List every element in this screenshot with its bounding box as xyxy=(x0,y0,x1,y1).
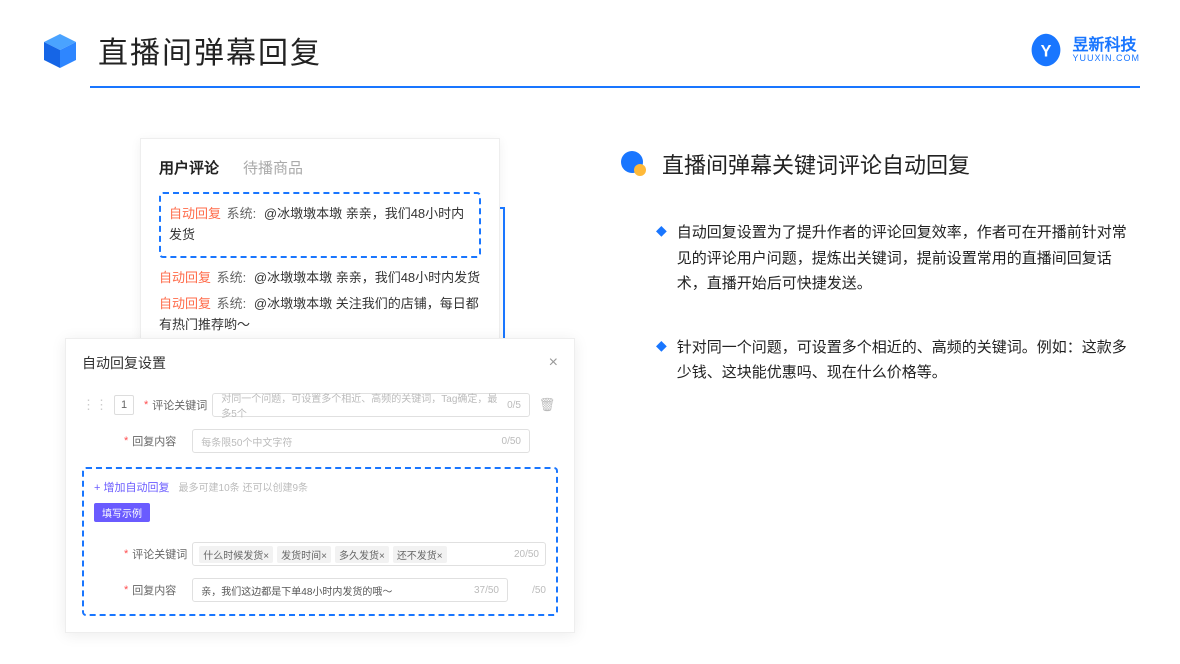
tag[interactable]: 还不发货× xyxy=(393,546,447,563)
content-label: 回复内容 xyxy=(132,433,192,449)
example-content-input[interactable]: 亲，我们这边都是下单48小时内发货的哦～ 37/50 xyxy=(192,578,508,602)
bullet-text: 针对同一个问题，可设置多个相近的、高频的关键词。例如：这款多少钱、这块能优惠吗、… xyxy=(677,335,1140,386)
auto-reply-settings-card: 自动回复设置 × ⋮⋮ 1 * 评论关键词 对同一个问题，可设置多个相近、高频的… xyxy=(65,338,575,633)
comments-card: 用户评论 待播商品 自动回复 系统: @冰墩墩本墩 亲亲，我们48小时内发货 自… xyxy=(140,138,500,357)
auto-reply-badge: 自动回复 xyxy=(159,296,211,311)
content-row: * 回复内容 每条限50个中文字符 0/50 xyxy=(82,429,558,453)
logo-text-main: 昱新科技 xyxy=(1072,38,1140,54)
auto-reply-badge: 自动回复 xyxy=(159,270,211,285)
example-highlight: + 增加自动回复 最多可建10条 还可以创建9条 填写示例 * 评论关键词 什么… xyxy=(82,467,558,616)
close-icon[interactable]: × xyxy=(549,354,558,372)
svg-text:Y: Y xyxy=(1041,42,1052,60)
comment-line: 自动回复 系统: @冰墩墩本墩 关注我们的店铺，每日都有热门推荐哟～ xyxy=(159,294,481,336)
comment-text: @冰墩墩本墩 亲亲，我们48小时内发货 xyxy=(254,270,480,285)
tag[interactable]: 什么时候发货× xyxy=(199,546,273,563)
tag[interactable]: 发货时间× xyxy=(277,546,331,563)
example-kw-counter: 20/50 xyxy=(514,549,539,560)
connector-line xyxy=(500,207,505,209)
bullet-marker-icon: ◆ xyxy=(656,337,667,386)
comment-line: 自动回复 系统: @冰墩墩本墩 亲亲，我们48小时内发货 xyxy=(159,268,481,289)
brand-logo: Y 昱新科技 YUUXIN.COM xyxy=(1028,32,1140,68)
logo-icon: Y xyxy=(1028,32,1064,68)
bubble-icon xyxy=(620,150,648,178)
content-counter: 0/50 xyxy=(502,436,521,447)
example-ct-counter: 37/50 xyxy=(474,585,499,596)
highlighted-comment: 自动回复 系统: @冰墩墩本墩 亲亲，我们48小时内发货 xyxy=(159,192,481,258)
outer-counter: /50 xyxy=(512,585,546,596)
example-tags[interactable]: 什么时候发货× 发货时间× 多久发货× 还不发货× 20/50 xyxy=(192,542,546,566)
required-star: * xyxy=(144,399,148,411)
bullet-item: ◆ 针对同一个问题，可设置多个相近的、高频的关键词。例如：这款多少钱、这块能优惠… xyxy=(620,335,1140,386)
example-content-text: 亲，我们这边都是下单48小时内发货的哦～ xyxy=(201,583,392,598)
logo-text-sub: YUUXIN.COM xyxy=(1072,54,1140,63)
example-keyword-row: * 评论关键词 什么时候发货× 发货时间× 多久发货× 还不发货× 20/50 xyxy=(94,542,546,566)
keyword-placeholder: 对同一个问题，可设置多个相近、高频的关键词，Tag确定，最多5个 xyxy=(221,390,507,420)
auto-reply-badge: 自动回复 xyxy=(169,206,221,221)
card-tabs: 用户评论 待播商品 xyxy=(159,157,481,178)
settings-title: 自动回复设置 xyxy=(82,353,166,373)
tab-user-comments[interactable]: 用户评论 xyxy=(159,157,219,178)
add-link-text: + 增加自动回复 xyxy=(94,482,169,494)
keyword-row: ⋮⋮ 1 * 评论关键词 对同一个问题，可设置多个相近、高频的关键词，Tag确定… xyxy=(82,393,558,417)
section-header: 直播间弹幕关键词评论自动回复 xyxy=(620,148,1140,180)
drag-handle-icon[interactable]: ⋮⋮ xyxy=(82,397,108,413)
page-title: 直播间弹幕回复 xyxy=(98,28,322,72)
tab-pending-products[interactable]: 待播商品 xyxy=(243,157,303,178)
system-label: 系统: xyxy=(217,270,247,285)
content-input[interactable]: 每条限50个中文字符 0/50 xyxy=(192,429,530,453)
example-badge: 填写示例 xyxy=(94,503,150,522)
system-label: 系统: xyxy=(217,296,247,311)
content-placeholder: 每条限50个中文字符 xyxy=(201,434,292,449)
content-row: 用户评论 待播商品 自动回复 系统: @冰墩墩本墩 亲亲，我们48小时内发货 自… xyxy=(0,88,1180,424)
tag[interactable]: 多久发货× xyxy=(335,546,389,563)
keyword-input[interactable]: 对同一个问题，可设置多个相近、高频的关键词，Tag确定，最多5个 0/5 xyxy=(212,393,530,417)
example-content-row: * 回复内容 亲，我们这边都是下单48小时内发货的哦～ 37/50 /50 xyxy=(94,578,546,602)
content-label: 回复内容 xyxy=(132,582,192,598)
left-column: 用户评论 待播商品 自动回复 系统: @冰墩墩本墩 亲亲，我们48小时内发货 自… xyxy=(40,138,560,424)
required-star: * xyxy=(124,584,128,596)
bullet-marker-icon: ◆ xyxy=(656,222,667,297)
add-hint: 最多可建10条 还可以创建9条 xyxy=(179,483,308,494)
required-star: * xyxy=(124,435,128,447)
keyword-label: 评论关键词 xyxy=(152,397,212,413)
cube-icon xyxy=(40,30,80,70)
right-column: 直播间弹幕关键词评论自动回复 ◆ 自动回复设置为了提升作者的评论回复效率，作者可… xyxy=(560,138,1140,424)
bullet-text: 自动回复设置为了提升作者的评论回复效率，作者可在开播前针对常见的评论用户问题，提… xyxy=(677,220,1140,297)
add-auto-reply-link[interactable]: + 增加自动回复 最多可建10条 还可以创建9条 xyxy=(94,479,546,495)
required-star: * xyxy=(124,548,128,560)
comment-line: 自动回复 系统: @冰墩墩本墩 亲亲，我们48小时内发货 xyxy=(169,204,471,246)
keyword-counter: 0/5 xyxy=(507,400,521,411)
system-label: 系统: xyxy=(227,206,257,221)
keyword-label: 评论关键词 xyxy=(132,546,192,562)
bullet-item: ◆ 自动回复设置为了提升作者的评论回复效率，作者可在开播前针对常见的评论用户问题… xyxy=(620,220,1140,297)
delete-icon[interactable]: 🗑 xyxy=(536,397,558,413)
section-title: 直播间弹幕关键词评论自动回复 xyxy=(662,148,970,180)
settings-header: 自动回复设置 × xyxy=(82,353,558,381)
row-index: 1 xyxy=(114,395,134,415)
page-header: 直播间弹幕回复 Y 昱新科技 YUUXIN.COM xyxy=(0,0,1180,72)
